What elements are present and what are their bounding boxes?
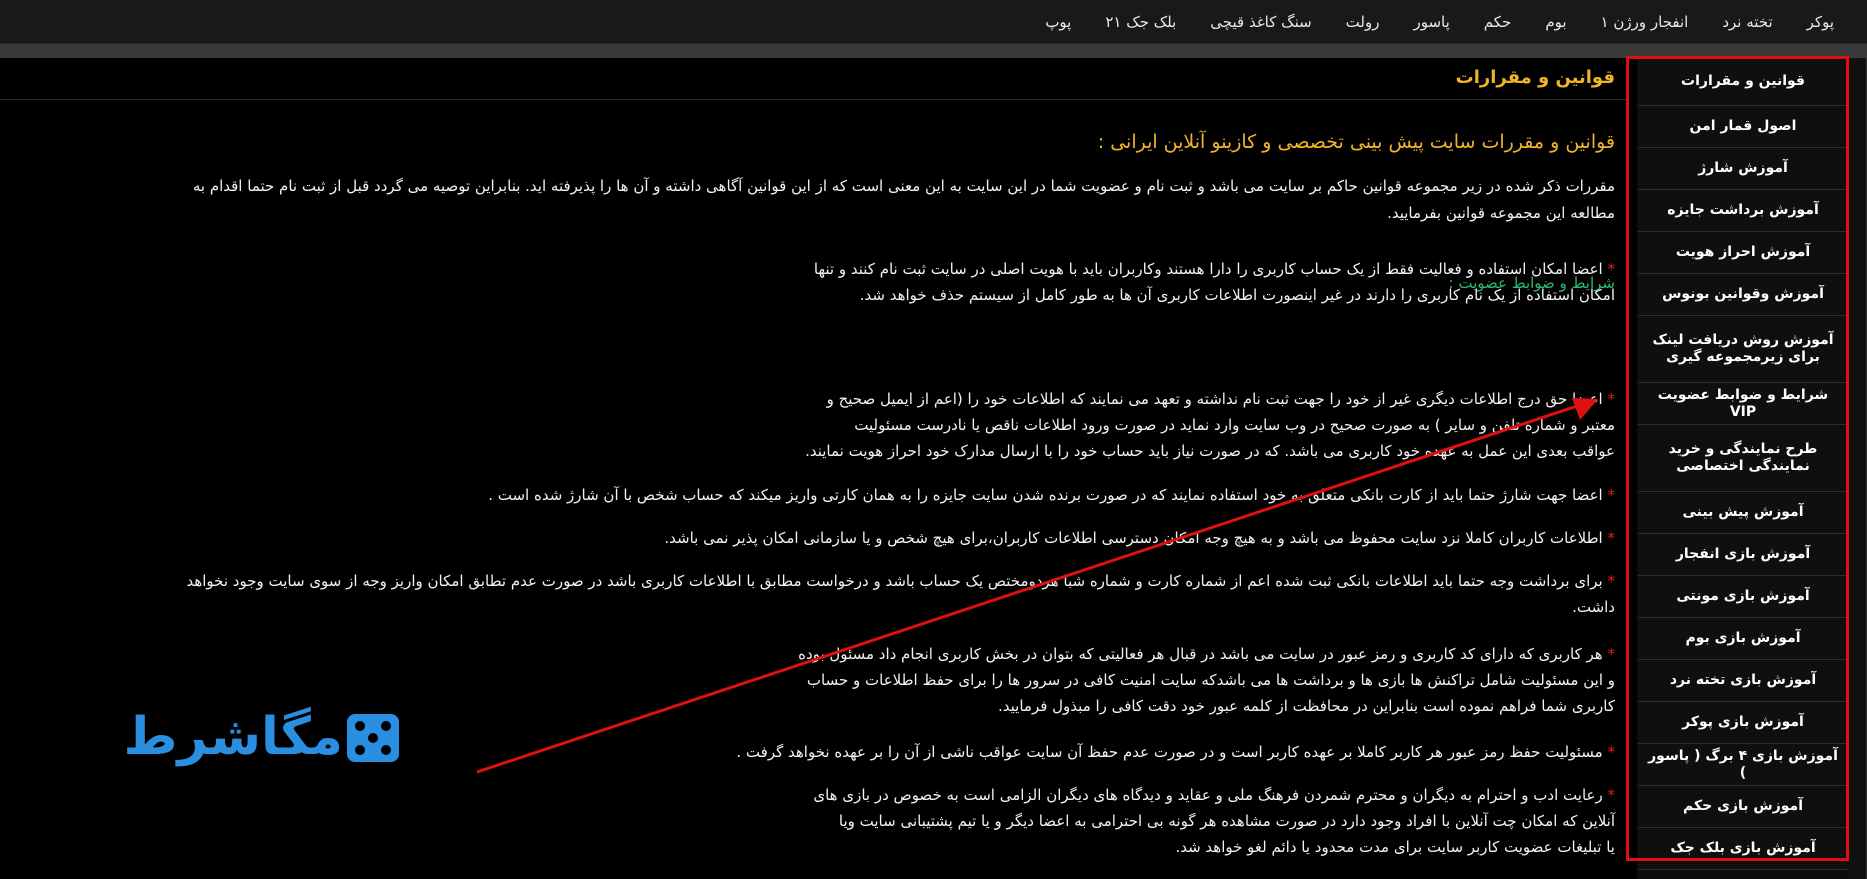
nav-item[interactable]: سنگ کاغذ قیچی	[1193, 13, 1328, 31]
rule-text: هر کاربری که دارای کد کاربری و رمز عبور …	[798, 645, 1603, 663]
sidebar-item[interactable]: آموزش شارژ	[1638, 148, 1848, 190]
rule-line: * اعضا امکان استفاده و فعالیت فقط از یک …	[814, 256, 1615, 282]
sidebar-item[interactable]: قوانین و مقرارات	[1638, 58, 1848, 106]
sidebar-item[interactable]: آموزش بازی حکم	[1638, 786, 1848, 828]
nav-item[interactable]: بلک جک ۲۱	[1088, 13, 1193, 31]
rule-line: * اعضا جهت شارژ حتما باید از کارت بانکی …	[488, 482, 1615, 508]
rule-line: * برای برداشت وجه حتما باید اطلاعات بانک…	[186, 568, 1615, 594]
nav-item[interactable]: پوکر	[1790, 13, 1851, 31]
rule-line: و این مسئولیت شامل تراکنش ها بازی ها و ب…	[798, 667, 1615, 693]
sidebar-item[interactable]: آموزش برداشت جایزه	[1638, 190, 1848, 232]
rule-text: اعضا امکان استفاده و فعالیت فقط از یک حس…	[813, 260, 1603, 278]
nav-item[interactable]: پاسور	[1396, 13, 1466, 31]
nav-underbar	[0, 44, 1867, 58]
nav-item[interactable]: پوپ	[1028, 13, 1088, 31]
rule-bullet: *	[1607, 390, 1616, 408]
rule-item: * اعضا امکان استفاده و فعالیت فقط از یک …	[814, 256, 1615, 308]
sidebar-item[interactable]: آموزش بازی ۴ برگ ( پاسور )	[1638, 744, 1848, 786]
rule-text: اعضا حق درج اطلاعات دیگری غیر از خود را …	[826, 390, 1603, 408]
logo-wordmark: مگاشرط	[123, 707, 343, 767]
sidebar-item[interactable]: آموزش روش دریافت لینک برای زیرمجموعه گیر…	[1638, 316, 1848, 383]
nav-item[interactable]: بوم	[1528, 13, 1583, 31]
rule-line: * رعایت ادب و احترام به دیگران و محترم ش…	[813, 782, 1615, 808]
rule-text: امکان استفاده از یک نام کاربری را دارند …	[859, 286, 1615, 304]
rule-item: * هر کاربری که دارای کد کاربری و رمز عبو…	[798, 641, 1615, 719]
rule-line: معتبر و شماره تلفن و سایر ) به صورت صحیح…	[805, 412, 1615, 438]
page-title: قوانین و مقرارات	[1455, 67, 1615, 88]
rule-line: یا تبلیغات عضویت کاربر سایت برای مدت محد…	[813, 834, 1615, 860]
rule-bullet: *	[1607, 529, 1616, 547]
brand-logo: مگاشرط	[122, 706, 417, 768]
rule-text: کاربری شما فراهم نموده است بنابراین در م…	[998, 697, 1615, 715]
rule-text: رعایت ادب و احترام به دیگران و محترم شمر…	[813, 786, 1603, 804]
rule-line: * اعضا حق درج اطلاعات دیگری غیر از خود ر…	[805, 386, 1615, 412]
article-heading: قوانین و مقررات سایت پیش بینی تخصصی و کا…	[1097, 131, 1615, 153]
sidebar-item[interactable]: طرح نمایندگی و خرید نمایندگی اختصاصی	[1638, 425, 1848, 492]
intro-line: مطالعه این مجموعه قوانین بفرمایید.	[1387, 204, 1615, 222]
rule-bullet: *	[1607, 786, 1616, 804]
nav-item[interactable]: تخته نرد	[1705, 13, 1789, 31]
sidebar-menu: قوانین و مقرارات اصول قمار امن آموزش شارژ آ…	[1638, 58, 1848, 870]
rule-line: * هر کاربری که دارای کد کاربری و رمز عبو…	[798, 641, 1615, 667]
sidebar-item[interactable]: آموزش بازی بوم	[1638, 618, 1848, 660]
top-nav: پوکر تخته نرد انفجار ورژن ۱ بوم حکم پاسور رولت…	[0, 0, 1867, 44]
nav-item[interactable]: انفجار ورژن ۱	[1584, 13, 1706, 31]
sidebar-item[interactable]: آموزش احراز هویت	[1638, 232, 1848, 274]
rule-item: * برای برداشت وجه حتما باید اطلاعات بانک…	[186, 568, 1615, 620]
rule-text: یا تبلیغات عضویت کاربر سایت برای مدت محد…	[1175, 838, 1615, 856]
intro-paragraph: مقررات ذکر شده در زیر مجموعه قوانین حاکم…	[3, 173, 1615, 227]
rule-bullet: *	[1607, 260, 1616, 278]
page-header: قوانین و مقرارات	[0, 58, 1627, 100]
sidebar-item[interactable]: شرایط و ضوابط عضویت VIP	[1638, 383, 1848, 425]
rule-line: * اطلاعات کاربران کاملا نزد سایت محفوظ م…	[664, 525, 1615, 551]
rule-line: داشت.	[186, 594, 1615, 620]
sidebar-item[interactable]: اصول قمار امن	[1638, 106, 1848, 148]
sidebar-item[interactable]: آموزش وقوانین بونوس	[1638, 274, 1848, 316]
rule-text: معتبر و شماره تلفن و سایر ) به صورت صحیح…	[854, 416, 1615, 434]
rule-item: * اطلاعات کاربران کاملا نزد سایت محفوظ م…	[664, 525, 1615, 551]
rule-item: * اعضا حق درج اطلاعات دیگری غیر از خود ر…	[805, 386, 1615, 464]
rule-bullet: *	[1607, 645, 1616, 663]
rule-bullet: *	[1607, 572, 1616, 590]
rule-line: عواقب بعدی این عمل به عهده خود کاربری می…	[805, 438, 1615, 464]
sidebar-rail	[1848, 58, 1866, 879]
nav-item[interactable]: حکم	[1467, 13, 1529, 31]
nav-item[interactable]: رولت	[1329, 13, 1397, 31]
rule-item: * مسئولیت حفظ رمز عبور هر کاربر کاملا بر…	[736, 739, 1615, 765]
rule-text: داشت.	[1572, 598, 1615, 616]
rule-bullet: *	[1607, 743, 1616, 761]
sidebar-item[interactable]: آموزش بازی انفجار	[1638, 534, 1848, 576]
rule-line: امکان استفاده از یک نام کاربری را دارند …	[814, 282, 1615, 308]
sidebar-item[interactable]: آموزش بازی تخته نرد	[1638, 660, 1848, 702]
sidebar-item[interactable]: آموزش بازی پوکر	[1638, 702, 1848, 744]
sidebar: قوانین و مقرارات اصول قمار امن آموزش شارژ آ…	[1637, 58, 1867, 879]
rule-line: کاربری شما فراهم نموده است بنابراین در م…	[798, 693, 1615, 719]
sidebar-item[interactable]: آموزش بازی بلک جک	[1638, 828, 1848, 870]
rule-line: آنلاین که امکان چت آنلاین با افراد وجود …	[813, 808, 1615, 834]
rule-item: * اعضا جهت شارژ حتما باید از کارت بانکی …	[488, 482, 1615, 508]
rule-bullet: *	[1607, 486, 1616, 504]
rule-text: آنلاین که امکان چت آنلاین با افراد وجود …	[838, 812, 1615, 830]
rule-text: مسئولیت حفظ رمز عبور هر کاربر کاملا بر ع…	[736, 743, 1603, 761]
rule-text: برای برداشت وجه حتما باید اطلاعات بانکی …	[186, 572, 1603, 590]
rule-text: اطلاعات کاربران کاملا نزد سایت محفوظ می …	[664, 529, 1603, 547]
rule-text: عواقب بعدی این عمل به عهده خود کاربری می…	[805, 442, 1615, 460]
rule-text: و این مسئولیت شامل تراکنش ها بازی ها و ب…	[806, 671, 1615, 689]
page-root: پوکر تخته نرد انفجار ورژن ۱ بوم حکم پاسور رولت…	[0, 0, 1867, 879]
rule-text: اعضا جهت شارژ حتما باید از کارت بانکی مت…	[488, 486, 1603, 504]
rule-line: * مسئولیت حفظ رمز عبور هر کاربر کاملا بر…	[736, 739, 1615, 765]
rule-item: * رعایت ادب و احترام به دیگران و محترم ش…	[813, 782, 1615, 860]
sidebar-item[interactable]: آموزش بازی مونتی	[1638, 576, 1848, 618]
intro-line: مقررات ذکر شده در زیر مجموعه قوانین حاکم…	[192, 177, 1615, 195]
sidebar-item[interactable]: آموزش پیش بینی	[1638, 492, 1848, 534]
